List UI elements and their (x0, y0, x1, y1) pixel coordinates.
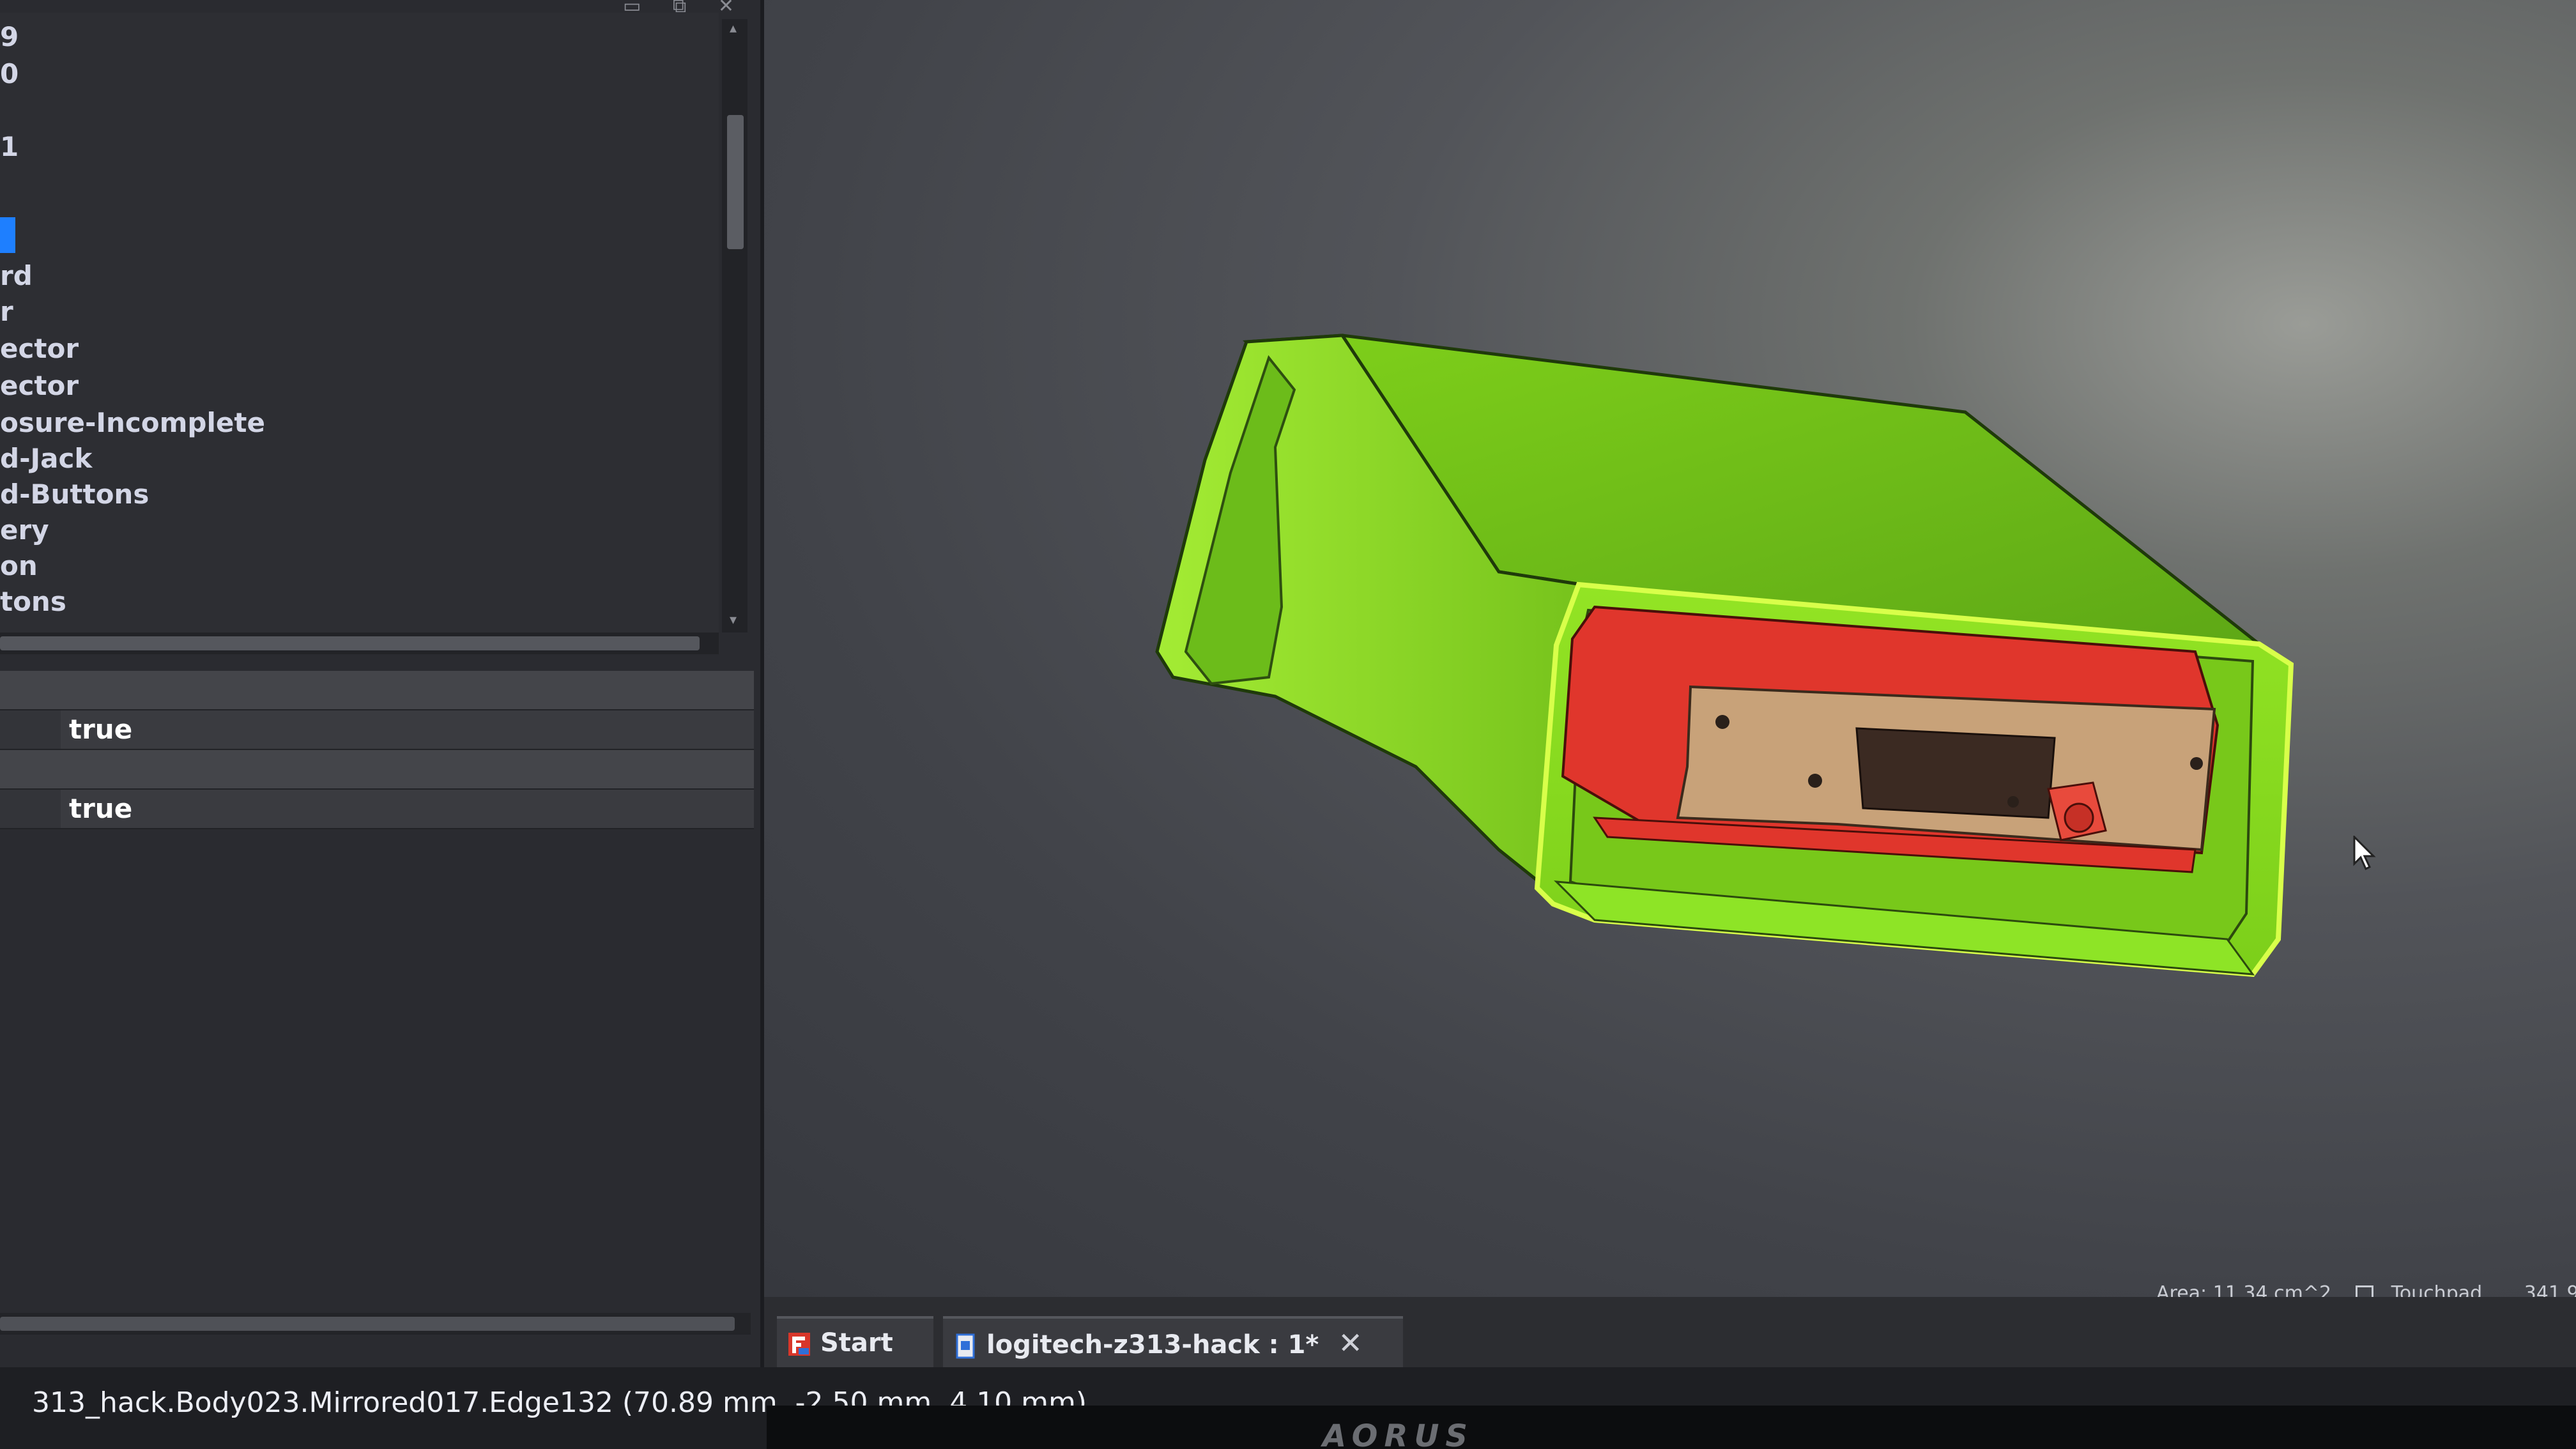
tree-item[interactable]: ector (0, 368, 79, 404)
brand-logo: AORUS (1322, 1418, 1474, 1449)
tree-item[interactable]: 9 (0, 19, 19, 55)
scrollbar-thumb[interactable] (727, 115, 744, 249)
document-icon (956, 1333, 975, 1359)
tree-horizontal-scrollbar[interactable] (0, 632, 719, 654)
property-view: true true (0, 671, 754, 1335)
screw-hole (1808, 774, 1822, 788)
screw-hole (2007, 796, 2019, 808)
property-group-row[interactable] (0, 671, 754, 710)
tree-item[interactable]: rd (0, 258, 33, 294)
tree-item[interactable]: ector (0, 331, 79, 367)
scrollbar-thumb[interactable] (0, 636, 700, 650)
property-value[interactable]: true (69, 710, 132, 749)
panel-title-buttons: ▭ ⧉ ✕ (623, 0, 760, 16)
property-row[interactable]: true (0, 710, 754, 750)
screen: ▭ ⧉ ✕ 9 0 1 rd r ector ector osure-Incom… (0, 0, 2576, 1449)
tree-item[interactable]: 0 (0, 56, 19, 92)
tab-label: Start (820, 1328, 893, 1358)
property-name-cell (0, 790, 61, 828)
internal-recess (1855, 727, 2056, 819)
document-tab-bar: Start✕ logitech-z313-hack : 1* ✕ (764, 1297, 2576, 1409)
tree-item[interactable]: d-Jack (0, 441, 92, 477)
tree-item[interactable]: tons (0, 584, 66, 620)
tab-label: logitech-z313-hack : 1* (986, 1330, 1319, 1360)
3d-viewport[interactable] (764, 0, 2576, 1297)
screw-hole (2190, 757, 2203, 770)
tab-document[interactable]: logitech-z313-hack : 1* ✕ (943, 1316, 1403, 1370)
tree-item[interactable]: ery (0, 512, 49, 548)
close-icon[interactable]: ✕ (1338, 1319, 1363, 1367)
tree-item[interactable]: 1 (0, 129, 19, 165)
tree-item[interactable]: d-Buttons (0, 477, 149, 512)
scroll-up-arrow-icon[interactable]: ▴ (730, 22, 737, 36)
property-value[interactable]: true (69, 790, 132, 828)
tree-vertical-scrollbar[interactable]: ▴ ▾ (722, 19, 747, 632)
tree-item[interactable]: on (0, 548, 38, 584)
screw-hole (1715, 715, 1729, 729)
selected-item-highlight[interactable] (0, 217, 15, 253)
model-tree: 9 0 1 rd r ector ector osure-Incomplete … (0, 13, 719, 636)
property-row[interactable]: true (0, 790, 754, 829)
mouse-cursor-icon (2353, 836, 2376, 871)
scroll-down-arrow-icon[interactable]: ▾ (730, 613, 737, 627)
connector-port-icon (2064, 802, 2094, 833)
monitor-bezel (767, 1406, 2576, 1449)
tree-item[interactable]: osure-Incomplete (0, 405, 265, 441)
tree-item[interactable]: r (0, 294, 13, 330)
3d-model-view[interactable] (764, 0, 2576, 1297)
property-group-row[interactable] (0, 750, 754, 790)
close-icon[interactable]: ✕ (718, 0, 734, 17)
property-name-cell (0, 710, 61, 749)
tab-start[interactable]: Start✕ (777, 1316, 933, 1409)
scrollbar-thumb[interactable] (0, 1317, 735, 1331)
property-horizontal-scrollbar[interactable] (0, 1313, 751, 1335)
freecad-logo-icon (788, 1333, 810, 1356)
combo-view-panel: ▭ ⧉ ✕ 9 0 1 rd r ector ector osure-Incom… (0, 0, 764, 1367)
